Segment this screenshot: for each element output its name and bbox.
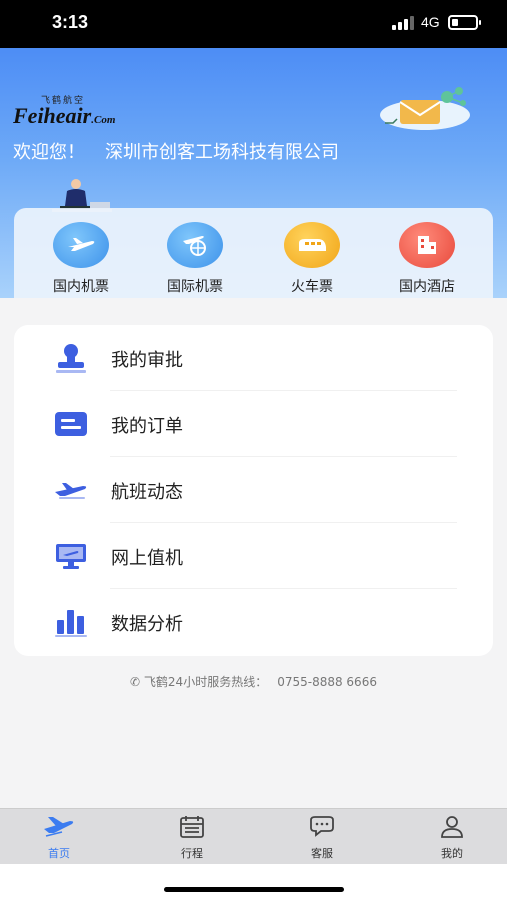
quick-international-flight[interactable]: 国际机票 [150,222,240,296]
network-type: 4G [421,14,440,30]
phone-icon: ✆ [130,675,141,689]
quick-booking-card: 国内机票 国际机票 火车票 国内酒店 [14,208,493,298]
home-bird-icon [44,817,74,837]
signal-icon [392,16,414,30]
menu-card: 我的审批 我的订单 航班动态 网上值机 数据分析 [14,325,493,656]
tab-itinerary[interactable]: 行程 [152,815,232,861]
status-time: 3:13 [52,12,89,32]
tab-customer-service[interactable]: 客服 [282,815,362,861]
hotline-label: 飞鹤24小时服务热线： [143,675,268,689]
logo-brand: Feiheair [13,103,92,128]
menu-item-data-analysis[interactable]: 数据分析 [14,589,493,655]
calendar-icon [180,816,204,838]
tab-label: 首页 [48,847,70,860]
welcome-greeting: 欢迎您！ [13,142,85,163]
battery-icon [448,15,481,30]
menu-item-flight-status[interactable]: 航班动态 [14,457,493,523]
mail-illustration-icon [380,87,470,130]
service-hotline[interactable]: ✆ 飞鹤24小时服务热线： 0755-8888 6666 [0,673,507,690]
user-icon [441,816,463,838]
home-indicator[interactable] [164,887,344,892]
tab-label: 行程 [181,847,203,860]
menu-label: 我的订单 [111,416,183,437]
globe-plane-icon [167,222,223,268]
quick-label: 国内酒店 [399,279,455,295]
train-icon [284,222,340,268]
stamp-icon [52,341,90,375]
tab-label: 客服 [311,847,333,860]
quick-label: 国内机票 [53,279,109,295]
chat-icon [310,816,334,837]
checkin-monitor-icon [52,539,90,573]
company-name: 深圳市创客工场科技有限公司 [105,142,339,163]
home-indicator-area [0,864,507,900]
brand-logo: 飞鹤航空 Feiheair.Com [13,93,138,133]
tab-mine[interactable]: 我的 [412,815,492,861]
menu-item-online-checkin[interactable]: 网上值机 [14,523,493,589]
tab-home[interactable]: 首页 [19,815,99,861]
flight-icon [52,473,90,507]
logo-com: .Com [91,114,116,126]
menu-item-orders[interactable]: 我的订单 [14,391,493,457]
quick-domestic-flight[interactable]: 国内机票 [36,222,126,296]
menu-label: 网上值机 [111,548,183,569]
quick-train[interactable]: 火车票 [267,222,357,296]
quick-hotel[interactable]: 国内酒店 [382,222,472,296]
menu-label: 我的审批 [111,350,183,371]
order-icon [52,407,90,441]
status-bar: 3:13 4G [0,0,507,48]
hotel-icon [399,222,455,268]
welcome-text: 欢迎您！ 深圳市创客工场科技有限公司 [13,138,339,164]
menu-item-approval[interactable]: 我的审批 [14,325,493,391]
hotline-number: 0755-8888 6666 [277,675,377,689]
bar-chart-icon [52,605,90,639]
plane-icon [53,222,109,268]
quick-label: 国际机票 [167,279,223,295]
quick-label: 火车票 [291,279,333,295]
tab-label: 我的 [441,847,463,860]
menu-label: 数据分析 [111,614,183,635]
bottom-tab-bar: 首页 行程 客服 我的 [0,808,507,864]
menu-label: 航班动态 [111,482,183,503]
